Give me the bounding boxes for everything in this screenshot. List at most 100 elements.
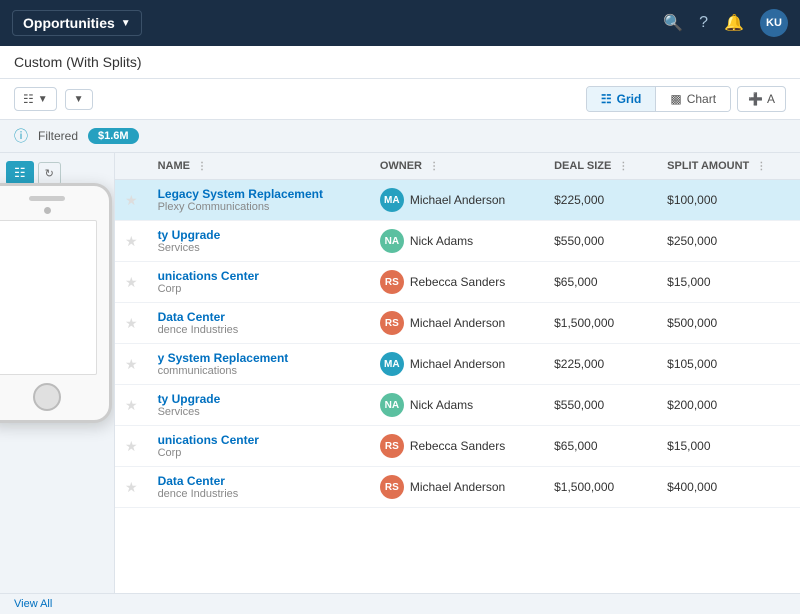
chart-label: Chart xyxy=(687,92,716,106)
deal-size-cell: $65,000 xyxy=(544,426,657,467)
name-cell: Data Center dence Industries xyxy=(148,303,370,344)
owner-name: Nick Adams xyxy=(410,234,473,248)
opportunity-name: ty Upgrade xyxy=(158,392,360,406)
deal-size-cell: $550,000 xyxy=(544,221,657,262)
star-cell[interactable]: ★ xyxy=(115,180,148,221)
star-icon[interactable]: ★ xyxy=(125,397,138,413)
col-deal-size[interactable]: DEAL SIZE ⋮ xyxy=(544,153,657,180)
split-amount-cell: $200,000 xyxy=(657,385,800,426)
grid-label: Grid xyxy=(617,92,642,106)
owner-container: MA Michael Anderson xyxy=(380,188,534,212)
name-cell: ty Upgrade Services xyxy=(148,385,370,426)
table-row[interactable]: ★ y System Replacement communications MA… xyxy=(115,344,800,385)
user-avatar[interactable]: KU xyxy=(760,9,788,37)
company-name: Corp xyxy=(158,283,360,295)
table-row[interactable]: ★ Data Center dence Industries RS Michae… xyxy=(115,303,800,344)
view-toggle: ☷ Grid ▩ Chart xyxy=(586,86,731,112)
deal-size-cell: $550,000 xyxy=(544,385,657,426)
split-amount-cell: $15,000 xyxy=(657,262,800,303)
star-icon[interactable]: ★ xyxy=(125,233,138,249)
opportunity-name: ty Upgrade xyxy=(158,228,360,242)
bell-icon[interactable]: 🔔 xyxy=(724,13,744,33)
bottom-bar[interactable]: View All xyxy=(0,593,800,614)
view-selector[interactable]: ☷ ▼ xyxy=(14,87,57,111)
plus-icon: ➕ xyxy=(748,92,763,106)
split-amount-cell: $105,000 xyxy=(657,344,800,385)
col-split-amount[interactable]: SPLIT AMOUNT ⋮ xyxy=(657,153,800,180)
info-icon: ⓘ xyxy=(14,126,28,146)
star-cell[interactable]: ★ xyxy=(115,385,148,426)
owner-name: Michael Anderson xyxy=(410,357,505,371)
owner-cell: NA Nick Adams xyxy=(370,221,544,262)
grid-icon: ☷ xyxy=(601,92,612,106)
table-row[interactable]: ★ Data Center dence Industries RS Michae… xyxy=(115,467,800,508)
star-icon[interactable]: ★ xyxy=(125,356,138,372)
owner-container: MA Michael Anderson xyxy=(380,352,534,376)
phone-speaker xyxy=(29,196,65,201)
col-owner[interactable]: OWNER ⋮ xyxy=(370,153,544,180)
owner-container: NA Nick Adams xyxy=(380,393,534,417)
star-icon[interactable]: ★ xyxy=(125,438,138,454)
opportunities-table: NAME ⋮ OWNER ⋮ DEAL SIZE ⋮ SPLIT AMOUNT … xyxy=(115,153,800,508)
chart-tab[interactable]: ▩ Chart xyxy=(656,87,730,111)
star-cell[interactable]: ★ xyxy=(115,303,148,344)
grid-tab[interactable]: ☷ Grid xyxy=(587,87,656,111)
company-name: communications xyxy=(158,365,360,377)
owner-name: Rebecca Sanders xyxy=(410,275,505,289)
star-cell[interactable]: ★ xyxy=(115,344,148,385)
name-cell: unications Center Corp xyxy=(148,426,370,467)
owner-avatar: RS xyxy=(380,475,404,499)
table-row[interactable]: ★ unications Center Corp RS Rebecca Sand… xyxy=(115,426,800,467)
split-amount-cell: $15,000 xyxy=(657,426,800,467)
filter-selector[interactable]: ▼ xyxy=(65,89,93,110)
help-icon[interactable]: ? xyxy=(699,14,708,32)
col-name[interactable]: NAME ⋮ xyxy=(148,153,370,180)
phone-screen xyxy=(0,220,97,375)
toolbar-left: ☷ ▼ ▼ xyxy=(14,87,93,111)
page-title: Custom (With Splits) xyxy=(14,54,142,70)
table-row[interactable]: ★ ty Upgrade Services NA Nick Adams $550… xyxy=(115,221,800,262)
split-amount-cell: $500,000 xyxy=(657,303,800,344)
table-row[interactable]: ★ ty Upgrade Services NA Nick Adams $550… xyxy=(115,385,800,426)
add-label: A xyxy=(767,92,775,106)
add-button[interactable]: ➕ A xyxy=(737,86,786,112)
company-name: dence Industries xyxy=(158,488,360,500)
sidebar-controls: ☷ ↻ xyxy=(6,161,108,185)
owner-avatar: NA xyxy=(380,393,404,417)
table-row[interactable]: ★ Legacy System Replacement Plexy Commun… xyxy=(115,180,800,221)
owner-name: Nick Adams xyxy=(410,398,473,412)
owner-avatar: RS xyxy=(380,434,404,458)
star-cell[interactable]: ★ xyxy=(115,262,148,303)
table-header-row: NAME ⋮ OWNER ⋮ DEAL SIZE ⋮ SPLIT AMOUNT … xyxy=(115,153,800,180)
deal-size-cell: $225,000 xyxy=(544,344,657,385)
app-name-label: Opportunities xyxy=(23,15,115,31)
split-amount-cell: $400,000 xyxy=(657,467,800,508)
star-cell[interactable]: ★ xyxy=(115,221,148,262)
owner-avatar: NA xyxy=(380,229,404,253)
star-icon[interactable]: ★ xyxy=(125,274,138,290)
owner-container: RS Michael Anderson xyxy=(380,311,534,335)
deal-size-cell: $225,000 xyxy=(544,180,657,221)
owner-avatar: RS xyxy=(380,270,404,294)
chart-icon: ▩ xyxy=(670,92,681,106)
star-cell[interactable]: ★ xyxy=(115,467,148,508)
split-amount-cell: $100,000 xyxy=(657,180,800,221)
table-row[interactable]: ★ unications Center Corp RS Rebecca Sand… xyxy=(115,262,800,303)
name-cell: Legacy System Replacement Plexy Communic… xyxy=(148,180,370,221)
owner-name: Michael Anderson xyxy=(410,480,505,494)
star-cell[interactable]: ★ xyxy=(115,426,148,467)
star-icon[interactable]: ★ xyxy=(125,315,138,331)
filter-bar: ⓘ Filtered $1.6M xyxy=(0,120,800,153)
chevron-down-icon: ▼ xyxy=(121,18,131,29)
company-name: Services xyxy=(158,242,360,254)
star-icon[interactable]: ★ xyxy=(125,192,138,208)
opportunity-name: Data Center xyxy=(158,474,360,488)
deal-size-cell: $1,500,000 xyxy=(544,467,657,508)
sidebar-active-btn[interactable]: ☷ xyxy=(6,161,34,185)
name-cell: Data Center dence Industries xyxy=(148,467,370,508)
app-name[interactable]: Opportunities ▼ xyxy=(12,10,142,36)
sidebar-refresh-btn[interactable]: ↻ xyxy=(38,162,61,185)
star-icon[interactable]: ★ xyxy=(125,479,138,495)
search-icon[interactable]: 🔍 xyxy=(663,13,683,33)
amount-badge[interactable]: $1.6M xyxy=(88,128,139,144)
